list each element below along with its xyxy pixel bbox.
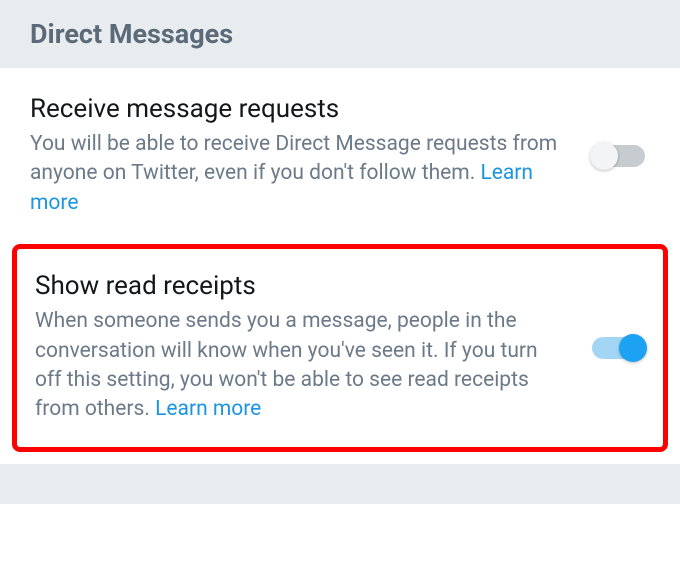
setting-description-text: When someone sends you a message, people… [35,309,538,421]
section-header: Direct Messages [0,0,680,68]
setting-description: When someone sends you a message, people… [35,307,567,425]
footer-spacer [0,464,680,504]
setting-content: Show read receipts When someone sends yo… [35,271,587,425]
setting-title: Receive message requests [30,94,572,124]
setting-content: Receive message requests You will be abl… [30,94,592,218]
section-title: Direct Messages [30,18,650,50]
setting-description: You will be able to receive Direct Messa… [30,130,572,218]
settings-list: Receive message requests You will be abl… [0,68,680,452]
read-receipts-toggle[interactable] [587,334,645,362]
learn-more-link[interactable]: Learn more [155,397,261,421]
toggle-knob [590,142,618,170]
setting-receive-requests: Receive message requests You will be abl… [0,68,680,244]
toggle-knob [619,334,647,362]
setting-description-text: You will be able to receive Direct Messa… [30,132,557,185]
setting-title: Show read receipts [35,271,567,301]
highlight-annotation: Show read receipts When someone sends yo… [12,244,668,452]
receive-requests-toggle[interactable] [592,142,650,170]
setting-read-receipts: Show read receipts When someone sends yo… [17,249,663,447]
